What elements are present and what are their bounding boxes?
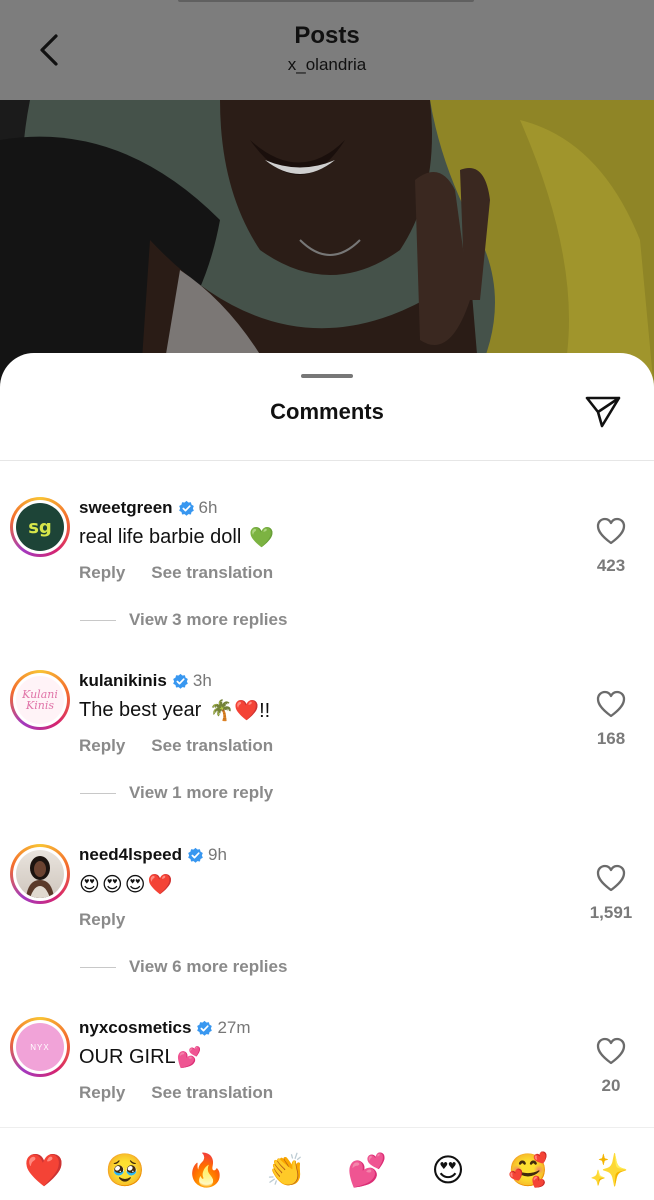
heart-outline-icon[interactable] — [596, 864, 626, 892]
comment-text: The best year 🌴❤️!! — [79, 698, 270, 723]
post-username[interactable]: x_olandria — [0, 55, 654, 75]
comment-username[interactable]: kulanikinis — [79, 671, 167, 691]
paper-plane-icon — [585, 396, 621, 428]
verified-badge-icon — [178, 500, 194, 516]
status-indicator — [178, 0, 474, 2]
drag-handle[interactable] — [301, 374, 353, 378]
view-more-label: View 6 more replies — [129, 957, 288, 976]
avatar — [16, 850, 64, 898]
avatar-story-ring[interactable]: sg — [10, 497, 70, 557]
emoji-sparkles-button[interactable]: ✨ — [587, 1148, 631, 1192]
emoji-pleading-face-button[interactable]: 🥹 — [103, 1148, 147, 1192]
divider — [80, 966, 116, 968]
view-more-label: View 1 more reply — [129, 783, 274, 802]
comment-emoji: 💕 — [176, 1047, 202, 1069]
view-more-replies[interactable]: View 3 more replies — [80, 610, 287, 630]
sheet-title: Comments — [270, 399, 384, 424]
like-count: 168 — [596, 729, 626, 748]
comment-body: OUR GIRL — [79, 1046, 176, 1068]
divider — [0, 460, 654, 461]
comment-item: need4lspeed 9h 😍😍😍❤️ Reply View 6 more r… — [0, 844, 654, 1014]
avatar-story-ring[interactable] — [10, 844, 70, 904]
comment-username[interactable]: sweetgreen — [79, 498, 173, 518]
avatar: Kulani Kinis — [16, 676, 64, 724]
comment-emoji: 💚 — [249, 527, 275, 549]
divider — [80, 792, 116, 794]
like-count: 423 — [596, 556, 626, 575]
heart-outline-icon[interactable] — [596, 517, 626, 545]
comment-time: 9h — [208, 845, 227, 864]
see-translation-button[interactable]: See translation — [151, 563, 273, 583]
reply-button[interactable]: Reply — [79, 910, 125, 930]
see-translation-button[interactable]: See translation — [151, 1083, 273, 1103]
heart-outline-icon[interactable] — [596, 1037, 626, 1065]
share-button[interactable] — [582, 391, 624, 433]
comment-username[interactable]: need4lspeed — [79, 845, 182, 865]
comment-body: real life barbie doll — [79, 526, 242, 548]
divider — [80, 619, 116, 621]
verified-badge-icon — [188, 847, 203, 863]
reply-button[interactable]: Reply — [79, 563, 125, 583]
comment-username[interactable]: nyxcosmetics — [79, 1018, 191, 1038]
comment-item: Kulani Kinis kulanikinis 3h The best yea… — [0, 670, 654, 840]
reply-button[interactable]: Reply — [79, 736, 125, 756]
quick-emoji-bar: ❤️ 🥹 🔥 👏 💕 😍 🥰 ✨ — [0, 1127, 654, 1200]
emoji-heart-eyes-button[interactable]: 😍 — [426, 1148, 470, 1192]
comment-emoji: 🌴❤️!! — [209, 700, 271, 722]
like-count: 20 — [601, 1076, 621, 1095]
like-count: 1,591 — [589, 903, 633, 922]
emoji-red-heart-button[interactable]: ❤️ — [22, 1148, 66, 1192]
avatar-story-ring[interactable]: Kulani Kinis — [10, 670, 70, 730]
comment-time: 3h — [192, 671, 212, 690]
page-title: Posts — [294, 22, 360, 49]
avatar-photo — [26, 856, 54, 898]
post-photo-illustration — [0, 100, 654, 390]
emoji-clapping-hands-button[interactable]: 👏 — [264, 1148, 308, 1192]
verified-badge-icon — [197, 1020, 213, 1036]
reply-button[interactable]: Reply — [79, 1083, 125, 1103]
see-translation-button[interactable]: See translation — [151, 736, 273, 756]
post-image[interactable] — [0, 100, 654, 390]
avatar-story-ring[interactable]: NYX — [10, 1017, 70, 1077]
comment-body: The best year — [79, 699, 202, 721]
comment-time: 27m — [217, 1018, 251, 1037]
view-more-label: View 3 more replies — [129, 610, 288, 629]
comment-item: NYX nyxcosmetics 27m OUR GIRL 💕 Reply Se… — [0, 1017, 654, 1127]
avatar: sg — [16, 503, 64, 551]
comment-item: sg sweetgreen 6h real life barbie doll 💚… — [0, 497, 654, 667]
emoji-smiling-hearts-button[interactable]: 🥰 — [506, 1148, 550, 1192]
verified-badge-icon — [173, 673, 188, 689]
comment-emoji: 😍😍😍❤️ — [79, 874, 175, 896]
emoji-two-hearts-button[interactable]: 💕 — [345, 1148, 389, 1192]
comment-text: OUR GIRL 💕 — [79, 1045, 202, 1070]
avatar: NYX — [16, 1023, 64, 1071]
comment-text: real life barbie doll 💚 — [79, 525, 274, 550]
heart-outline-icon[interactable] — [596, 690, 626, 718]
view-more-replies[interactable]: View 6 more replies — [80, 957, 287, 977]
comment-text: 😍😍😍❤️ — [79, 872, 174, 897]
comment-time: 6h — [198, 498, 218, 517]
emoji-fire-button[interactable]: 🔥 — [184, 1148, 228, 1192]
post-header: Posts x_olandria — [0, 0, 654, 100]
view-more-replies[interactable]: View 1 more reply — [80, 783, 273, 803]
